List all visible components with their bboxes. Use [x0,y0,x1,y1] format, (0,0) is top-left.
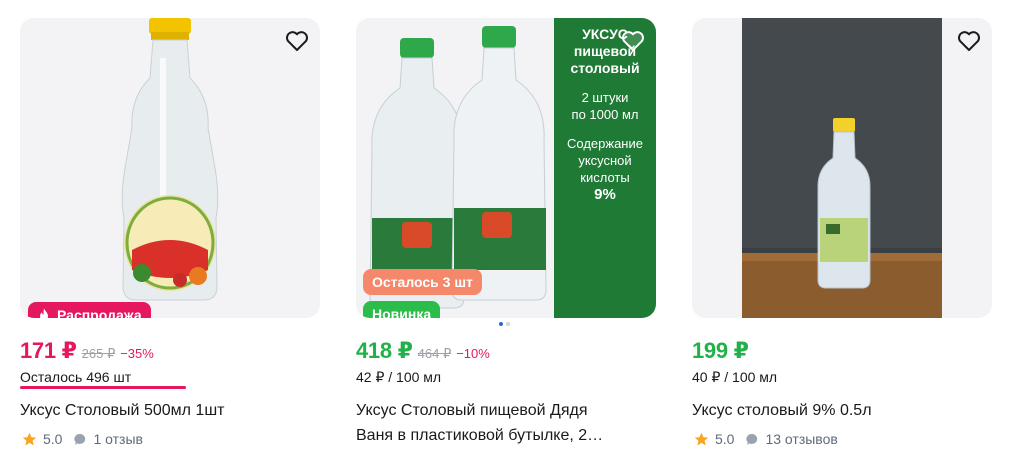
stock-remaining: Осталось 496 шт [20,369,132,385]
image-carousel-dots[interactable] [499,322,510,326]
banner-percent: 9% [594,186,616,203]
sale-badge-label: Распродажа [57,307,142,318]
favorite-heart-icon[interactable] [956,28,982,54]
star-icon [22,432,37,445]
favorite-heart-icon[interactable] [284,28,310,54]
vinegar-bottle-photo-image [692,18,992,318]
unit-price: 40 ₽ / 100 мл [692,369,778,385]
new-badge: Новинка [363,301,441,318]
unit-price: 42 ₽ / 100 мл [356,369,442,385]
product-title[interactable]: Уксус столовый 9% 0.5л [692,398,982,423]
price: 171 ₽ [20,338,77,363]
product-card[interactable]: УКСУС пищевой столовый 2 штуки по 1000 м… [356,0,656,471]
price-row: 199 ₽ [692,338,749,364]
banner-qty: 2 штуки [581,90,629,105]
discount: −35% [120,346,154,361]
rating-row[interactable]: 5.0 13 отзывов [694,431,838,447]
rating-value: 5.0 [715,431,735,447]
product-image[interactable]: Распродажа [20,18,320,318]
favorite-heart-icon[interactable] [620,28,646,54]
reviews-count: 1 отзыв [93,431,143,447]
product-title[interactable]: Уксус Столовый 500мл 1шт [20,398,310,423]
banner-acid-3: кислоты [580,170,630,185]
fire-icon [40,308,48,318]
stock-progress-bar [20,386,186,389]
old-price: 265 ₽ [81,346,116,361]
price: 418 ₽ [356,338,413,363]
banner-acid-1: Содержание [567,136,643,151]
comment-bubble-icon [746,433,758,445]
product-card[interactable]: Распродажа 171 ₽ 265 ₽ −35% Осталось 496… [20,0,320,471]
vinegar-bottle-image [20,18,320,318]
price-row: 171 ₽ 265 ₽ −35% [20,338,154,364]
product-card[interactable]: 199 ₽ 40 ₽ / 100 мл Уксус столовый 9% 0.… [692,0,992,471]
banner-volume: по 1000 мл [571,107,639,122]
product-title-line-2: Ваня в пластиковой бутылке, 2… [356,427,604,444]
rating-row[interactable]: 5.0 1 отзыв [22,431,143,447]
banner-acid-2: уксусной [578,153,632,168]
product-title-line-1: Уксус Столовый пищевой Дядя [356,402,588,419]
sale-badge: Распродажа [28,302,151,318]
reviews-count: 13 отзывов [765,431,838,447]
old-price: 464 ₽ [417,346,452,361]
rating-value: 5.0 [43,431,63,447]
price-row: 418 ₽ 464 ₽ −10% [356,338,490,364]
product-image[interactable]: УКСУС пищевой столовый 2 штуки по 1000 м… [356,18,656,318]
carousel-dot-active[interactable] [499,322,503,326]
banner-title-3: столовый [570,60,640,76]
discount: −10% [456,346,490,361]
stock-left-badge: Осталось 3 шт [363,269,482,295]
price: 199 ₽ [692,338,749,363]
product-image[interactable] [692,18,992,318]
star-icon [694,432,709,445]
carousel-dot[interactable] [506,322,510,326]
product-title[interactable]: Уксус Столовый пищевой Дядя Ваня в пласт… [356,398,646,448]
comment-bubble-icon [74,433,86,445]
